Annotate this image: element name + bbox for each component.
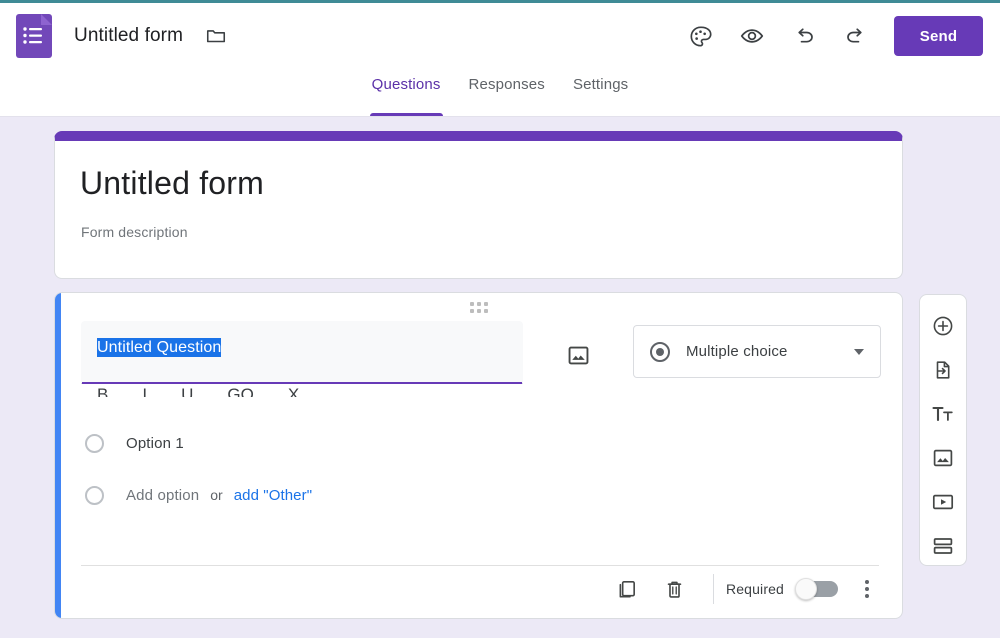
tab-questions[interactable]: Questions	[358, 69, 455, 116]
customize-theme-button[interactable]	[680, 16, 720, 56]
image-icon	[933, 449, 953, 467]
add-question-button[interactable]	[923, 307, 963, 346]
rich-text-format-toolbar[interactable]: B I U GO X	[89, 386, 559, 398]
form-title-input[interactable]: Untitled form	[80, 165, 902, 202]
radio-circle-icon	[85, 433, 104, 453]
drag-handle[interactable]	[55, 302, 902, 313]
question-more-options-button[interactable]	[850, 569, 884, 609]
add-image-button[interactable]	[923, 438, 963, 477]
chevron-down-icon	[854, 348, 864, 355]
undo-button[interactable]	[784, 16, 824, 56]
add-section-button[interactable]	[923, 526, 963, 565]
option-label[interactable]: Option 1	[126, 435, 184, 452]
form-editor-body: Untitled form Form description Untitled …	[0, 118, 1000, 638]
question-footer-actions: Required	[599, 566, 884, 612]
add-title-description-button[interactable]	[923, 395, 963, 434]
question-insert-toolbar	[919, 294, 967, 566]
required-label: Required	[725, 581, 784, 597]
import-file-icon	[936, 361, 950, 379]
form-header-card[interactable]: Untitled form Form description	[54, 131, 903, 279]
bold-icon[interactable]: B	[97, 386, 108, 397]
add-option-or-text: or	[210, 487, 223, 503]
radio-button-icon	[650, 341, 670, 362]
add-option-row[interactable]: Add option or add "Other"	[81, 475, 581, 515]
question-title-wrap: Untitled Question B I U GO X	[81, 321, 523, 397]
question-type-select[interactable]: Multiple choice	[633, 325, 881, 378]
clear-format-icon[interactable]: X	[288, 386, 299, 397]
add-option-button[interactable]: Add option	[126, 487, 199, 504]
option-row[interactable]: Option 1	[81, 423, 581, 463]
google-forms-editor: Untitled form Send Questions Responses S…	[0, 0, 1000, 638]
plus-circle-icon	[933, 317, 953, 336]
palette-icon	[689, 26, 712, 47]
title-text-icon	[932, 407, 953, 422]
question-card[interactable]: Untitled Question B I U GO X Multiple ch…	[54, 292, 903, 619]
tab-settings[interactable]: Settings	[559, 69, 642, 116]
kebab-menu-icon	[865, 587, 869, 591]
redo-arrow-icon	[847, 28, 862, 43]
editor-tabs: Questions Responses Settings	[0, 69, 1000, 117]
video-play-icon	[932, 494, 954, 509]
question-top-row: Untitled Question B I U GO X Multiple ch…	[81, 321, 881, 397]
undo-arrow-icon	[798, 28, 813, 43]
question-title-input[interactable]: Untitled Question	[81, 321, 523, 384]
footer-vertical-divider	[712, 574, 714, 604]
add-image-icon	[568, 346, 588, 364]
tab-responses[interactable]: Responses	[455, 69, 559, 116]
move-to-folder-button[interactable]	[201, 21, 231, 51]
toggle-knob	[795, 578, 817, 600]
question-title-focus-underline	[82, 382, 522, 384]
kebab-menu-icon	[865, 580, 869, 584]
question-card-active-accent	[55, 293, 61, 618]
eye-icon	[740, 29, 764, 43]
google-forms-logo-icon	[16, 14, 52, 58]
trash-icon	[668, 581, 682, 598]
add-question-image-button[interactable]	[558, 335, 598, 375]
drag-handle-dots-icon	[469, 302, 488, 313]
italic-icon[interactable]: I	[142, 386, 147, 397]
required-toggle[interactable]	[795, 578, 838, 600]
question-title-text: Untitled Question	[97, 338, 222, 357]
duplicate-question-button[interactable]	[607, 569, 647, 609]
answer-options-list: Option 1 Add option or add "Other"	[81, 423, 581, 527]
add-video-button[interactable]	[923, 482, 963, 521]
app-header: Untitled form Send	[0, 3, 1000, 69]
question-type-value: Multiple choice	[686, 343, 788, 360]
kebab-menu-icon	[865, 594, 869, 598]
folder-icon	[206, 30, 226, 43]
radio-circle-icon	[85, 485, 104, 505]
underline-icon[interactable]: U	[181, 386, 193, 397]
send-button[interactable]: Send	[894, 16, 983, 56]
duplicate-icon	[620, 580, 636, 598]
import-questions-button[interactable]	[923, 351, 963, 390]
document-title[interactable]: Untitled form	[74, 25, 183, 47]
add-other-option-button[interactable]: add "Other"	[234, 487, 312, 504]
form-description-input[interactable]: Form description	[81, 224, 902, 240]
preview-button[interactable]	[732, 16, 772, 56]
redo-button[interactable]	[836, 16, 876, 56]
section-split-icon	[933, 537, 953, 554]
delete-question-button[interactable]	[655, 569, 695, 609]
link-icon[interactable]: GO	[227, 386, 253, 397]
